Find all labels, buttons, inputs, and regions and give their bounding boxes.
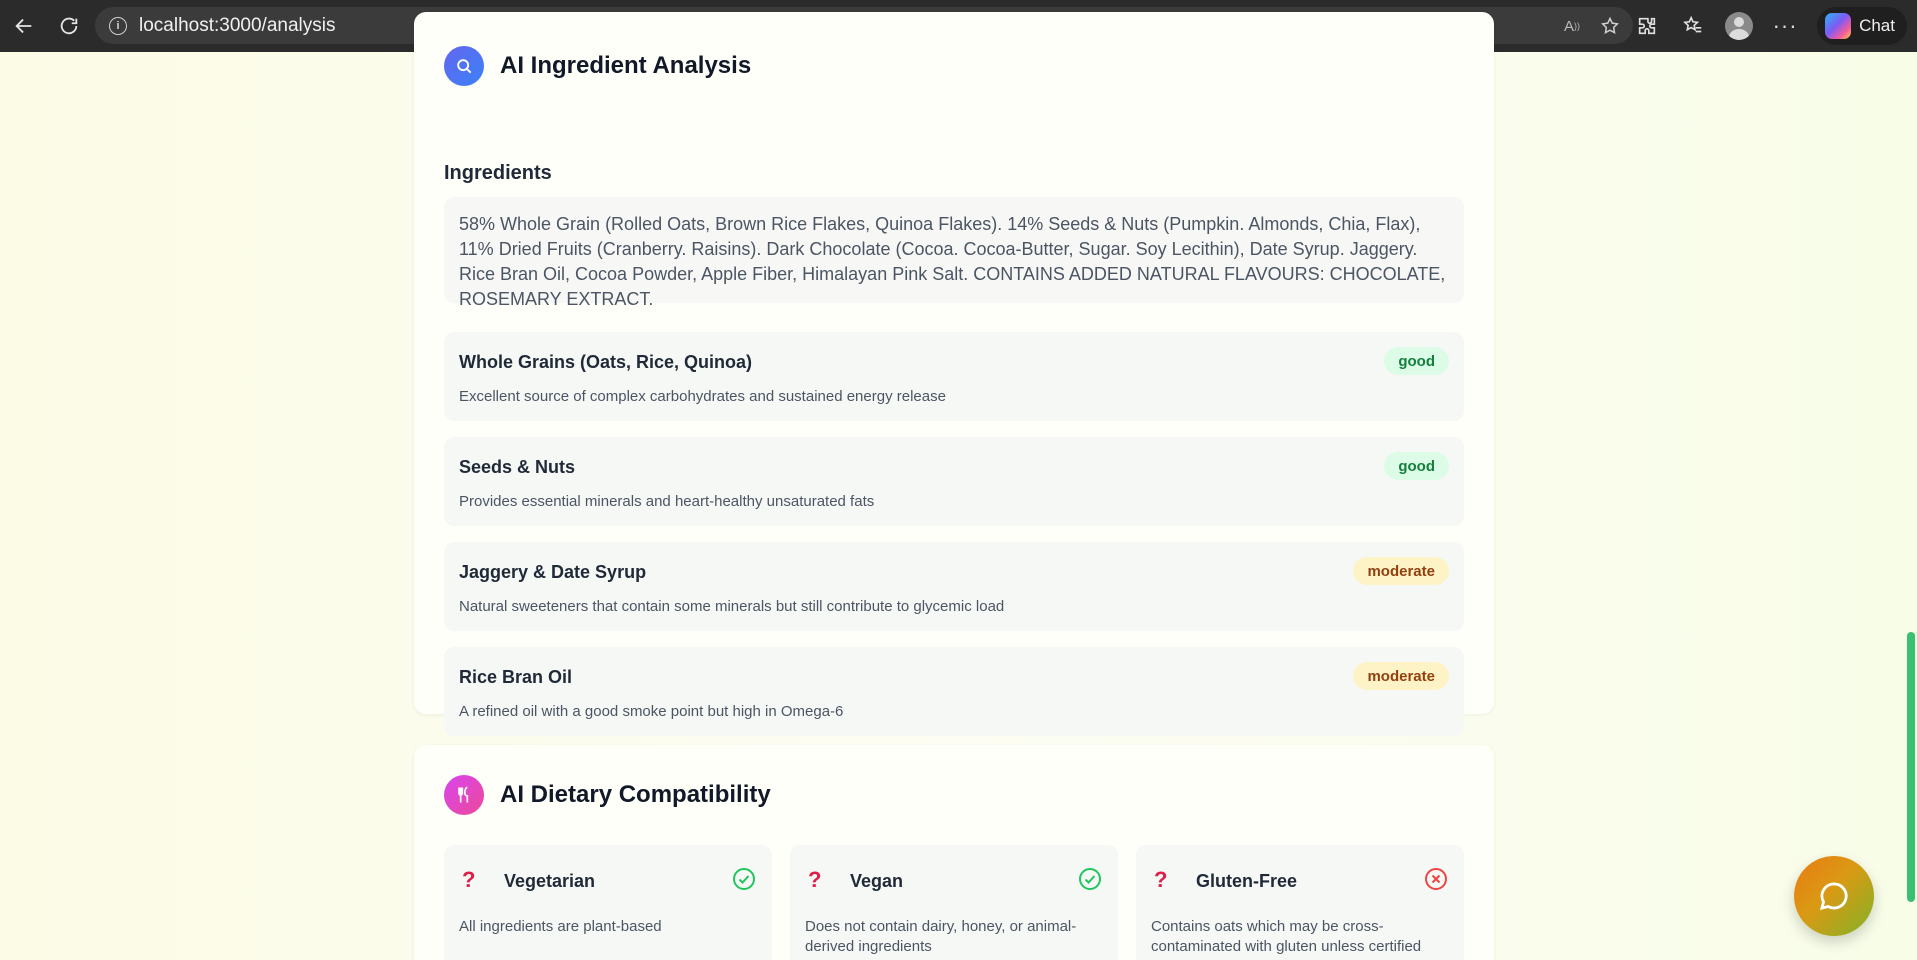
search-icon <box>444 46 484 86</box>
diet-card-vegan: ? Vegan Does not contain dairy, honey, o… <box>790 845 1118 960</box>
ingredient-desc: Provides essential minerals and heart-he… <box>459 493 875 510</box>
ingredient-name: Seeds & Nuts <box>459 457 576 477</box>
ingredient-analysis-header: AI Ingredient Analysis <box>444 46 751 86</box>
ingredient-analysis-card: AI Ingredient Analysis Ingredients 58% W… <box>414 12 1494 736</box>
ingredient-item: Rice Bran Oil moderate A refined oil wit… <box>444 647 1464 736</box>
arrow-left-icon <box>15 18 32 34</box>
diet-desc: All ingredients are plant-based <box>459 918 662 935</box>
check-circle-icon <box>1079 868 1101 890</box>
diet-name: Vegan <box>850 871 904 891</box>
favorite-star-icon[interactable] <box>1599 15 1621 37</box>
ingredient-name: Rice Bran Oil <box>459 667 573 687</box>
page-content: AI Ingredient Analysis Ingredients 58% W… <box>0 12 1917 960</box>
rating-badge: good <box>1384 452 1449 480</box>
read-aloud-icon[interactable]: A)) <box>1561 15 1583 37</box>
x-circle-icon <box>1425 868 1447 890</box>
section-title: AI Ingredient Analysis <box>500 52 752 79</box>
ingredient-desc: A refined oil with a good smoke point bu… <box>459 703 844 720</box>
ingredient-item: Whole Grains (Oats, Rice, Quinoa) good E… <box>444 332 1464 421</box>
diet-name: Vegetarian <box>504 871 596 891</box>
utensils-icon <box>444 775 484 815</box>
diet-name: Gluten-Free <box>1196 871 1298 891</box>
chat-fab-button[interactable] <box>1794 856 1874 936</box>
ingredient-desc: Excellent source of complex carbohydrate… <box>459 388 946 405</box>
question-icon: ? <box>808 867 822 892</box>
ingredient-item: Seeds & Nuts good Provides essential min… <box>444 437 1464 526</box>
reload-icon <box>60 17 78 35</box>
ingredient-name: Jaggery & Date Syrup <box>459 562 647 582</box>
question-icon: ? <box>1154 867 1168 892</box>
ingredient-name: Whole Grains (Oats, Rice, Quinoa) <box>459 352 753 372</box>
extensions-icon[interactable] <box>1633 12 1661 40</box>
reload-button[interactable] <box>51 8 87 44</box>
chat-bubble-icon <box>1819 882 1848 910</box>
check-circle-icon <box>733 868 755 890</box>
favorites-icon[interactable] <box>1679 12 1707 40</box>
profile-avatar-icon[interactable] <box>1725 12 1754 40</box>
scrollbar-thumb[interactable] <box>1907 632 1915 902</box>
copilot-chat-button[interactable]: Chat <box>1817 7 1907 45</box>
copilot-logo-icon <box>1825 13 1852 39</box>
site-info-icon[interactable]: i <box>109 16 127 35</box>
url-text: localhost:3000/analysis <box>139 14 336 36</box>
diet-card-vegetarian: ? Vegetarian All ingredients are plant-b… <box>444 845 772 960</box>
dietary-compatibility-card: AI Dietary Compatibility ? Vegetarian Al… <box>414 745 1494 960</box>
more-options-icon[interactable]: ··· <box>1771 12 1799 40</box>
ingredients-text: 58% Whole Grain (Rolled Oats, Brown Rice… <box>444 197 1464 309</box>
rating-badge: good <box>1384 347 1449 375</box>
diet-card-gluten-free: ? Gluten-Free Contains oats which may be… <box>1136 845 1464 960</box>
diet-desc: Contains oats which may be cross-contami… <box>1151 918 1422 955</box>
ingredients-label: Ingredients <box>444 162 552 184</box>
back-button[interactable] <box>6 8 42 44</box>
chat-label: Chat <box>1859 16 1895 35</box>
dietary-header: AI Dietary Compatibility <box>444 775 771 815</box>
ingredient-desc: Natural sweeteners that contain some min… <box>459 598 1005 615</box>
ingredient-item: Jaggery & Date Syrup moderate Natural sw… <box>444 542 1464 631</box>
scrollbar[interactable] <box>1905 52 1917 960</box>
question-icon: ? <box>462 867 476 892</box>
section-title: AI Dietary Compatibility <box>500 781 771 808</box>
rating-badge: moderate <box>1353 662 1449 690</box>
rating-badge: moderate <box>1353 557 1449 585</box>
diet-desc: Does not contain dairy, honey, or animal… <box>805 918 1077 955</box>
